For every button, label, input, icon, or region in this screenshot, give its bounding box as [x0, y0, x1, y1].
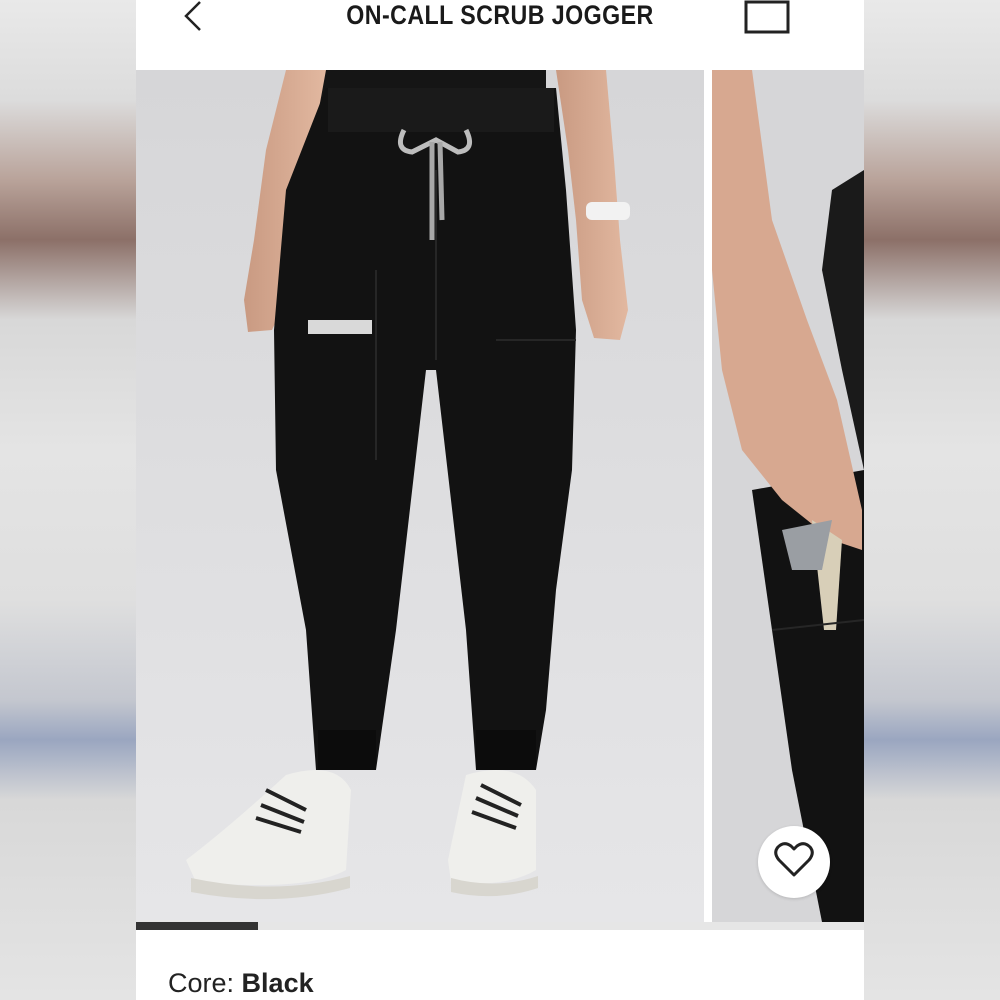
carousel-progress-bar [136, 922, 864, 930]
product-image-pocket-detail[interactable] [712, 70, 864, 922]
color-value: Black [241, 968, 314, 998]
shopping-bag-icon[interactable] [742, 0, 792, 36]
product-image-carousel[interactable] [136, 70, 864, 922]
top-bar: ON-CALL SCRUB JOGGER [136, 0, 864, 70]
color-label: Core: [168, 968, 235, 998]
heart-icon [774, 841, 814, 883]
wishlist-button[interactable] [758, 826, 830, 898]
page-title: ON-CALL SCRUB JOGGER [346, 0, 654, 30]
carousel-progress-fill [136, 922, 258, 930]
product-image-front[interactable] [136, 70, 704, 922]
selected-color: Core: Black [168, 968, 314, 999]
product-screen: ON-CALL SCRUB JOGGER Core: Black [136, 0, 864, 1000]
